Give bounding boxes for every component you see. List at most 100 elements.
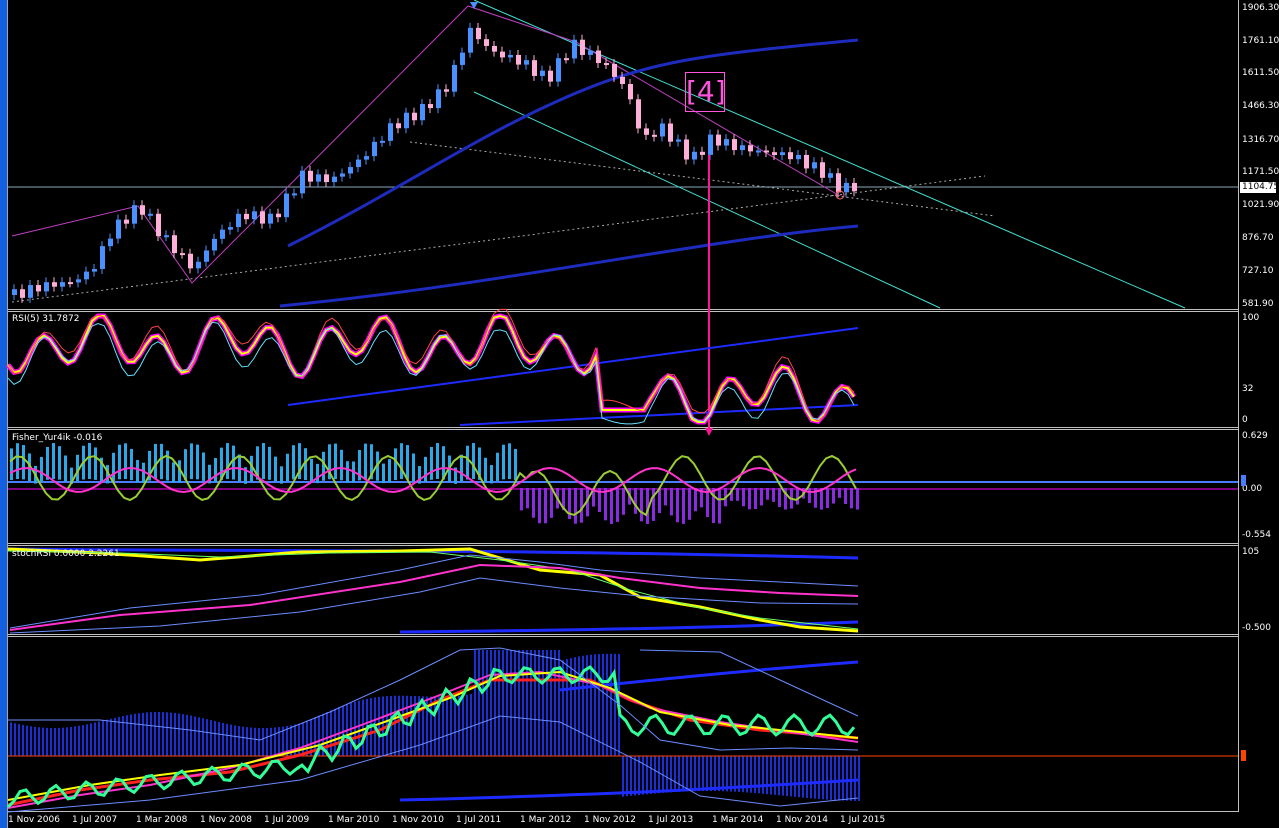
candle-body	[580, 39, 585, 55]
fisher-histogram-bar	[280, 466, 283, 484]
osc-histogram-bar	[214, 721, 216, 756]
fisher-histogram-bar	[286, 453, 289, 482]
time-axis-label: 1 Mar 2014	[712, 815, 764, 825]
osc-histogram-bar	[554, 650, 556, 756]
candle-body	[612, 63, 617, 77]
fisher-axis-label: 0.629	[1242, 431, 1268, 441]
osc-histogram-bar	[274, 727, 276, 756]
candle-body	[852, 182, 857, 192]
candle-body	[356, 159, 361, 168]
candle-body	[468, 27, 473, 53]
osc-histogram-bar	[478, 650, 480, 756]
osc-histogram-bar	[610, 653, 612, 756]
candle-body	[644, 128, 649, 135]
osc-histogram-bar	[646, 756, 648, 795]
osc-histogram-bar	[686, 756, 688, 792]
candle-body	[84, 271, 89, 280]
candle-body	[796, 154, 801, 160]
fisher-histogram-bar	[160, 443, 163, 480]
elliott-wave-label[interactable]: [4]	[685, 72, 726, 112]
osc-histogram-bar	[258, 727, 260, 756]
fisher-histogram-bar	[622, 488, 625, 515]
candle-body	[436, 89, 441, 109]
candle-body	[228, 227, 233, 230]
candle-body	[812, 162, 817, 169]
fisher-histogram-bar	[136, 459, 139, 483]
fisher-axis-label: -0.554	[1242, 530, 1272, 540]
candle-body	[804, 154, 809, 169]
osc-histogram-bar	[50, 727, 52, 756]
osc-band-top	[639, 649, 859, 717]
candle-body	[164, 235, 169, 238]
osc-histogram-bar	[854, 756, 856, 801]
fisher-histogram-bar	[292, 445, 295, 480]
time-axis-label: 1 Jul 2011	[456, 815, 502, 825]
candle-body	[604, 63, 609, 66]
candle-body	[76, 279, 81, 283]
fisher-histogram-bar	[340, 449, 343, 481]
osc-histogram-bar	[622, 756, 624, 797]
osc-histogram-bar	[394, 695, 396, 756]
osc-histogram-bar	[110, 718, 112, 756]
candle-body	[28, 285, 33, 298]
fisher-histogram-bar	[310, 458, 313, 483]
candle-body	[756, 150, 761, 153]
osc-histogram-bar	[434, 696, 436, 756]
fisher-histogram-bar	[22, 445, 25, 480]
osc-histogram-bar	[726, 756, 728, 792]
time-axis-label: 1 Nov 2008	[200, 815, 252, 825]
candle-body	[340, 173, 345, 177]
candle-body	[220, 229, 225, 239]
fisher-histogram-bar	[190, 443, 193, 480]
osc-histogram-bar	[498, 650, 500, 756]
osc-histogram-bar	[242, 726, 244, 756]
candle-body	[476, 27, 481, 40]
time-axis-label: 1 Jul 2013	[648, 815, 694, 825]
candle-body	[820, 162, 825, 178]
osc-histogram-bar	[330, 710, 332, 756]
osc-histogram-bar	[494, 650, 496, 756]
fisher-histogram-bar	[718, 488, 721, 524]
candle-body	[348, 167, 353, 174]
candle-body	[748, 145, 753, 152]
osc-histogram-bar	[530, 650, 532, 756]
fisher-histogram-bar	[322, 451, 325, 481]
fisher-histogram-bar	[484, 457, 487, 482]
rsi-pane-title: RSI(5) 31.7872	[12, 314, 80, 324]
osc-histogram-bar	[90, 723, 92, 756]
fisher-histogram-bar	[754, 488, 757, 510]
fisher-histogram-bar	[682, 488, 685, 524]
osc-histogram-bar	[38, 727, 40, 756]
osc-histogram-bar	[18, 724, 20, 756]
fisher-histogram-bar	[202, 452, 205, 481]
candle-body	[660, 123, 665, 137]
candle-body	[196, 261, 201, 269]
fisher-histogram-bar	[550, 488, 553, 518]
osc-histogram-bar	[470, 693, 472, 756]
time-axis-label: 1 Jul 2015	[840, 815, 886, 825]
osc-histogram-bar	[130, 714, 132, 756]
candle-body	[364, 156, 369, 160]
candle-body	[388, 123, 393, 141]
fisher-histogram-bar	[10, 448, 13, 481]
stoch-ma-pink	[9, 563, 859, 631]
rsi-line	[7, 314, 855, 423]
stoch-ma-lower	[399, 620, 859, 634]
osc-histogram-bar	[718, 756, 720, 792]
candle-body	[572, 39, 577, 59]
candle-body	[12, 289, 17, 295]
fisher-histogram-bar	[610, 488, 613, 524]
fisher-level-marker	[1241, 475, 1246, 486]
candle-body	[516, 54, 521, 65]
chart-canvas[interactable]	[0, 0, 1279, 828]
chart-window[interactable]: [4] 1906.30 1761.10 1611.50 1466.30 1316…	[0, 0, 1279, 828]
osc-histogram-bar	[326, 712, 328, 756]
time-axis-label: 1 Mar 2010	[328, 815, 380, 825]
osc-histogram-bar	[190, 715, 192, 756]
osc-histogram-bar	[138, 713, 140, 756]
osc-histogram-bar	[830, 756, 832, 800]
time-axis-label: 1 Nov 2014	[776, 815, 828, 825]
candle-body	[588, 50, 593, 55]
candle-body	[548, 70, 553, 82]
osc-histogram-bar	[782, 756, 784, 796]
